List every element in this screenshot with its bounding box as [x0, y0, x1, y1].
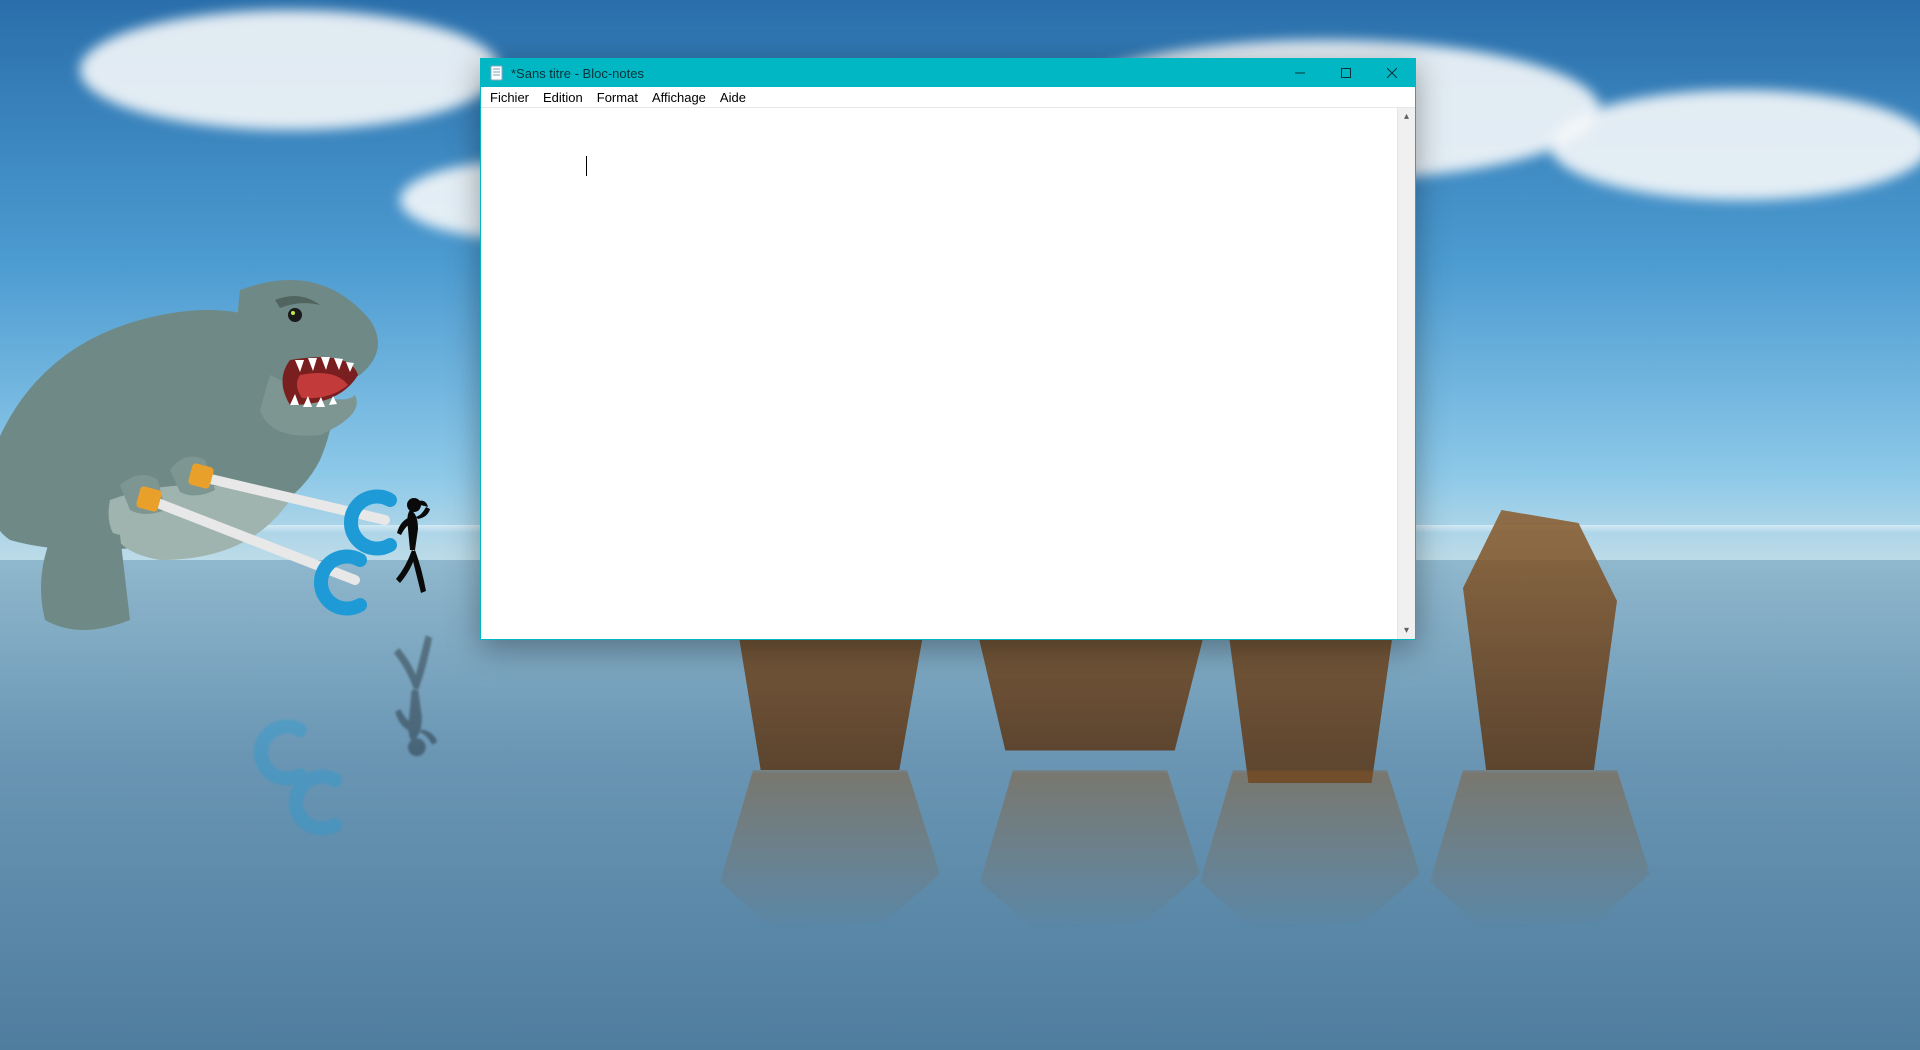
- runner-reflection: [378, 620, 448, 760]
- menu-fichier[interactable]: Fichier: [483, 89, 536, 106]
- rock-decoration: [1463, 510, 1617, 770]
- text-caret: [586, 156, 587, 176]
- titlebar[interactable]: *Sans titre - Bloc-notes: [481, 59, 1415, 87]
- runner-silhouette: [388, 495, 434, 605]
- menu-format[interactable]: Format: [590, 89, 645, 106]
- cloud-decoration: [80, 10, 500, 130]
- menu-edition[interactable]: Edition: [536, 89, 590, 106]
- maximize-icon: [1341, 68, 1351, 78]
- maximize-button[interactable]: [1323, 59, 1369, 87]
- minimize-button[interactable]: [1277, 59, 1323, 87]
- menu-aide[interactable]: Aide: [713, 89, 753, 106]
- scroll-up-arrow-icon[interactable]: ▴: [1398, 108, 1415, 125]
- menu-affichage[interactable]: Affichage: [645, 89, 713, 106]
- vertical-scrollbar[interactable]: ▴ ▾: [1397, 108, 1415, 639]
- cloud-decoration: [1550, 90, 1920, 200]
- notepad-app-icon: [489, 65, 505, 81]
- grabber-reflection: [240, 700, 400, 840]
- notepad-window[interactable]: *Sans titre - Bloc-notes Fichier Edition…: [480, 58, 1416, 640]
- editor-area: ▴ ▾: [481, 108, 1415, 639]
- close-icon: [1387, 68, 1397, 78]
- menubar: Fichier Edition Format Affichage Aide: [481, 87, 1415, 108]
- scroll-down-arrow-icon[interactable]: ▾: [1398, 622, 1415, 639]
- close-button[interactable]: [1369, 59, 1415, 87]
- text-editor[interactable]: [481, 108, 1397, 639]
- window-title: *Sans titre - Bloc-notes: [511, 66, 644, 81]
- minimize-icon: [1295, 68, 1305, 78]
